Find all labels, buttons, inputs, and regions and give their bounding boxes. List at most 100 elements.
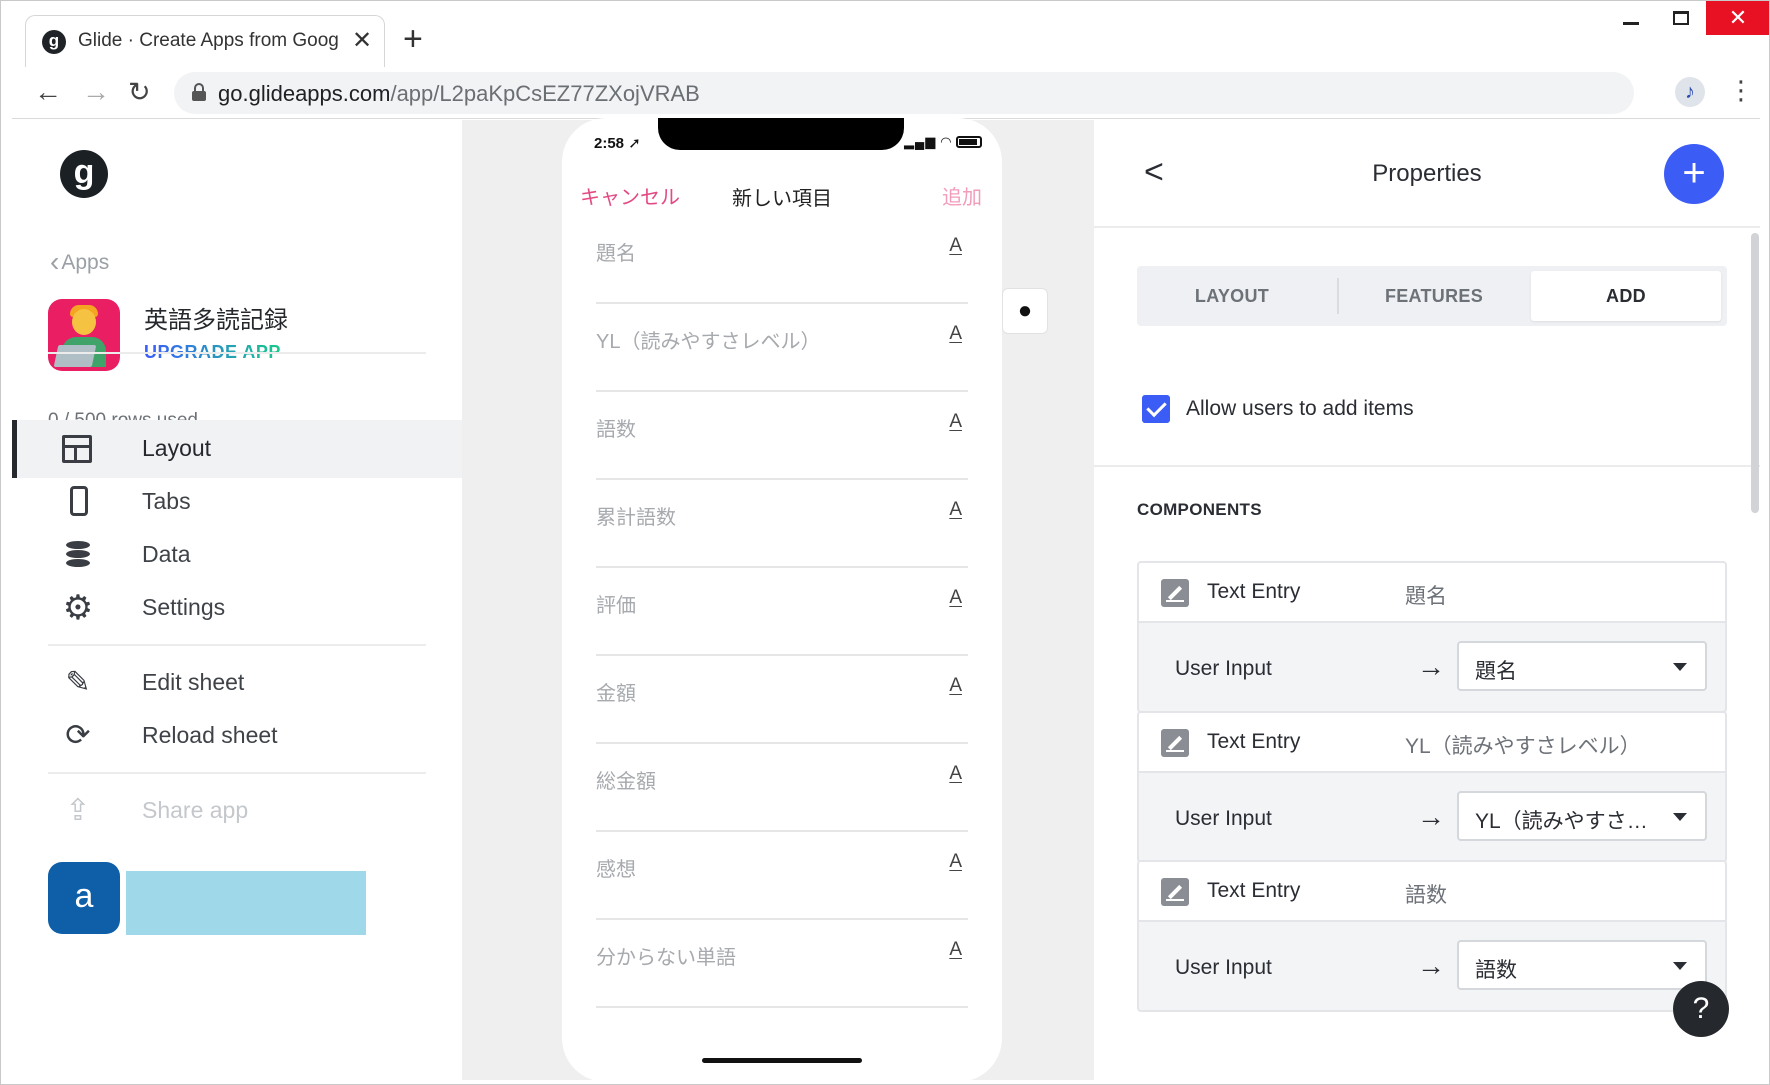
text-field[interactable]: 語数 A — [596, 382, 968, 480]
component-name: 題名 — [1405, 585, 1447, 608]
tab-layout[interactable]: LAYOUT — [1137, 271, 1327, 321]
component-card[interactable]: Text Entry 語数 User Input → 語数 — [1137, 860, 1727, 1012]
apps-back-link[interactable]: ‹Apps — [50, 246, 109, 278]
sidebar-item-settings[interactable]: ⚙ Settings — [12, 579, 462, 637]
url-path: /app/L2paKpCsEZ77ZXojVRAB — [390, 81, 700, 106]
share-app-button[interactable]: ⇪ Share app — [12, 782, 462, 840]
sidebar-item-layout[interactable]: Layout — [12, 420, 462, 478]
allow-add-checkbox[interactable] — [1142, 395, 1170, 423]
glide-logo[interactable]: g — [60, 150, 108, 198]
text-field[interactable]: 総金額 A — [596, 734, 968, 832]
tab-close-icon[interactable]: ✕ — [352, 27, 372, 55]
help-button[interactable]: ? — [1673, 981, 1729, 1037]
sidebar: g ‹Apps 英語多読記録 UPGRADE APP 0 / 500 rows … — [12, 120, 462, 1080]
component-card[interactable]: Text Entry YL（読みやすさレベル） User Input → YL（読みやす… — [1137, 711, 1727, 863]
text-type-icon: A — [949, 675, 962, 696]
properties-panel: < Properties + LAYOUT FEATURES ADD Allow… — [1094, 120, 1760, 1080]
sidebar-item-label: Tabs — [142, 488, 191, 514]
extension-music-icon[interactable]: ♪ — [1675, 77, 1705, 107]
user-input-label: User Input — [1175, 807, 1272, 830]
text-type-icon: A — [949, 323, 962, 344]
text-entry-icon — [1161, 579, 1189, 607]
battery-icon — [956, 136, 983, 148]
text-field[interactable]: 金額 A — [596, 646, 968, 744]
phone-notch — [658, 118, 904, 150]
reload-sheet-button[interactable]: ⟳ Reload sheet — [12, 707, 462, 765]
text-type-icon: A — [949, 499, 962, 520]
tab-features[interactable]: FEATURES — [1339, 271, 1529, 321]
maximize-icon — [1673, 11, 1689, 25]
avatar[interactable]: a — [48, 862, 120, 934]
text-field[interactable]: 分からない単語 A — [596, 910, 968, 1008]
user-info-redacted — [126, 871, 366, 935]
address-bar[interactable]: go.glideapps.com/app/L2paKpCsEZ77ZXojVRA… — [174, 72, 1634, 114]
text-type-icon: A — [949, 763, 962, 784]
field-placeholder: 感想 — [596, 859, 636, 881]
caret-down-icon — [1673, 663, 1687, 671]
new-tab-button[interactable]: + — [403, 21, 423, 57]
lock-icon — [192, 83, 206, 101]
component-header[interactable]: Text Entry 語数 — [1139, 862, 1725, 922]
arrow-right-icon: → — [1417, 950, 1445, 981]
home-indicator — [702, 1058, 862, 1063]
field-placeholder: 題名 — [596, 243, 636, 265]
component-header[interactable]: Text Entry 題名 — [1139, 563, 1725, 623]
glide-favicon-icon: g — [42, 30, 66, 54]
column-select[interactable]: 語数 — [1457, 940, 1707, 990]
sidebar-item-label: Data — [142, 541, 191, 567]
browser-tab[interactable]: g Glide · Create Apps from Goog ✕ — [25, 15, 385, 67]
tab-strip: g Glide · Create Apps from Goog ✕ + ✕ — [1, 1, 1769, 67]
forward-arrow-icon[interactable]: → — [82, 75, 110, 109]
column-select[interactable]: YL（読みやすさレベル） — [1457, 791, 1707, 841]
database-icon — [62, 539, 94, 571]
component-name: 語数 — [1405, 884, 1447, 907]
component-header[interactable]: Text Entry YL（読みやすさレベル） — [1139, 713, 1725, 773]
window-close-button[interactable]: ✕ — [1706, 1, 1769, 35]
text-field[interactable]: 評価 A — [596, 558, 968, 656]
edit-sheet-button[interactable]: ✎ Edit sheet — [12, 654, 462, 712]
column-select[interactable]: 題名 — [1457, 641, 1707, 691]
allow-add-label: Allow users to add items — [1186, 397, 1414, 420]
status-time: 2:58 ➚ — [594, 135, 641, 152]
text-field[interactable]: YL（読みやすさレベル） A — [596, 294, 968, 392]
gear-icon: ⚙ — [62, 589, 94, 627]
app-icon[interactable] — [48, 299, 120, 371]
phone-icon — [70, 486, 88, 516]
text-field[interactable]: 題名 A — [596, 206, 968, 304]
tab-title: Glide · Create Apps from Goog — [78, 30, 339, 51]
sidebar-item-label: Settings — [142, 594, 226, 620]
apple-preview-button[interactable]: ● — [1002, 288, 1048, 334]
reload-icon[interactable]: ↻ — [128, 75, 151, 109]
apple-icon: ● — [1017, 297, 1033, 324]
sidebar-item-label: Layout — [142, 435, 212, 461]
back-arrow-icon[interactable]: ← — [34, 75, 62, 109]
share-icon: ⇪ — [65, 794, 91, 827]
sidebar-item-label: Share app — [142, 797, 249, 823]
sidebar-item-tabs[interactable]: Tabs — [12, 473, 462, 531]
url-host: go.glideapps.com — [218, 81, 391, 106]
caret-down-icon — [1673, 962, 1687, 970]
maximize-button[interactable] — [1656, 1, 1706, 35]
field-placeholder: YL（読みやすさレベル） — [596, 331, 821, 353]
field-placeholder: 評価 — [596, 595, 636, 617]
browser-menu-icon[interactable]: ⋮ — [1728, 73, 1754, 107]
divider — [48, 644, 426, 646]
url-text: go.glideapps.com/app/L2paKpCsEZ77ZXojVRA… — [218, 81, 700, 107]
minimize-button[interactable] — [1606, 1, 1656, 35]
text-field[interactable]: 累計語数 A — [596, 470, 968, 568]
app-preview: 2:58 ➚ ▂▄▆ ◠ キャンセル 新しい項目 追加 題名 A YL（読みやすさ… — [462, 118, 1094, 1082]
chevron-left-icon: ‹ — [50, 246, 60, 277]
properties-title: Properties — [1372, 160, 1482, 187]
component-card[interactable]: Text Entry 題名 User Input → 題名 — [1137, 561, 1727, 713]
column-select-value: YL（読みやすさレベル） — [1475, 810, 1655, 833]
properties-scrollbar[interactable] — [1751, 233, 1759, 513]
sidebar-item-data[interactable]: Data — [12, 526, 462, 584]
components-heading: COMPONENTS — [1137, 500, 1262, 519]
arrow-right-icon: → — [1417, 651, 1445, 682]
layout-icon — [62, 435, 92, 463]
sidebar-item-label: Reload sheet — [142, 722, 278, 748]
text-field[interactable]: 感想 A — [596, 822, 968, 920]
add-component-button[interactable]: + — [1664, 144, 1724, 204]
component-name: YL（読みやすさレベル） — [1405, 735, 1641, 758]
tab-add[interactable]: ADD — [1531, 271, 1721, 321]
